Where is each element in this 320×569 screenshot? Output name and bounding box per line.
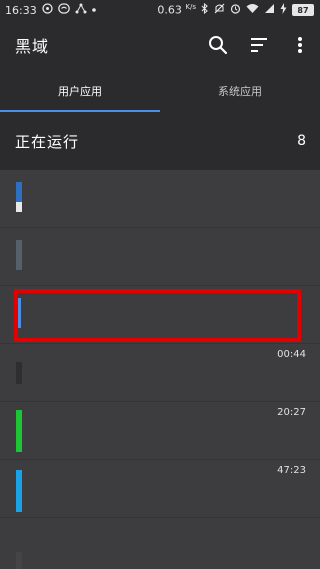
status-time: 16:33 (5, 3, 37, 17)
sort-icon (251, 38, 267, 52)
list-item[interactable] (0, 518, 320, 569)
signal-icon (264, 3, 275, 17)
more-vert-icon (298, 37, 302, 53)
more-button[interactable] (288, 33, 312, 57)
section-title: 正在运行 (15, 132, 80, 151)
chat-bubble-icon (42, 3, 53, 17)
running-section-header: 正在运行 8 (0, 112, 320, 170)
toolbar-actions (206, 20, 312, 70)
app-icon (16, 552, 22, 569)
sort-button[interactable] (247, 33, 271, 57)
battery-level: 87 (292, 4, 314, 16)
app-icon (16, 410, 22, 452)
app-list: 00:44 20:27 47:23 (0, 170, 320, 569)
running-time: 20:27 (277, 407, 306, 418)
app-icon (16, 470, 22, 512)
running-time: 47:23 (277, 465, 306, 476)
app-title: 黑域 (15, 37, 50, 56)
list-item[interactable]: 47:23 (0, 460, 320, 518)
tab-system-apps[interactable]: 系统应用 (160, 70, 320, 112)
search-button[interactable] (206, 33, 230, 57)
infinity-icon (57, 3, 70, 17)
charging-icon (280, 3, 287, 17)
tab-user-apps[interactable]: 用户应用 (0, 70, 160, 112)
status-bar-left: 16:33 (5, 3, 96, 17)
alarm-icon (230, 3, 241, 17)
section-count: 8 (297, 133, 306, 149)
app-icon (16, 182, 22, 202)
network-speed: 0.63 K/s (157, 3, 196, 17)
running-time: 00:44 (277, 349, 306, 360)
network-speed-unit: K/s (185, 3, 196, 12)
notification-dot-icon (91, 5, 96, 15)
app-icon (16, 240, 22, 270)
list-item[interactable] (0, 170, 320, 228)
network-speed-value: 0.63 (157, 3, 182, 17)
share-icon (75, 3, 87, 17)
mute-icon (214, 3, 225, 17)
list-item[interactable]: 20:27 (0, 402, 320, 460)
app-toolbar: 黑域 (0, 20, 320, 70)
wifi-icon (246, 3, 259, 17)
app-icon (16, 298, 21, 328)
tab-bar: 用户应用 系统应用 (0, 70, 320, 112)
list-item[interactable] (0, 228, 320, 286)
app-icon-detail (16, 202, 22, 212)
list-item[interactable] (0, 286, 320, 344)
app-icon (16, 362, 22, 384)
screen: 16:33 0.63 K/s 87 黑域 用户应用 系统应用 正在运行 8 00… (0, 0, 320, 569)
search-icon (209, 36, 228, 55)
bluetooth-icon (201, 2, 209, 17)
status-bar: 16:33 0.63 K/s 87 (0, 0, 320, 20)
list-item[interactable]: 00:44 (0, 344, 320, 402)
status-bar-right: 0.63 K/s 87 (157, 2, 314, 17)
